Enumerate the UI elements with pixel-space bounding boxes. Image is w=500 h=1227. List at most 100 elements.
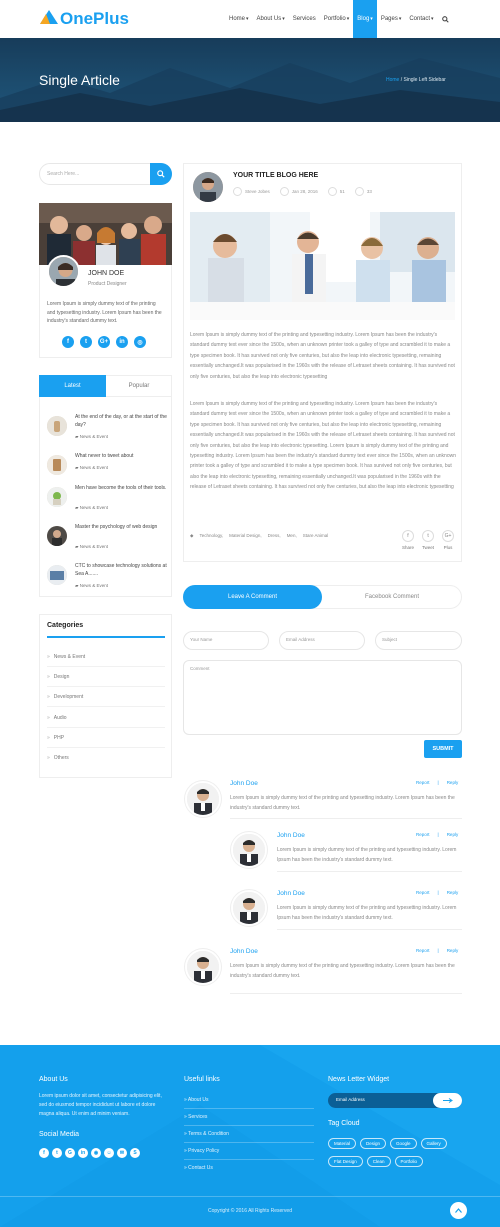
report-link[interactable]: Report — [416, 948, 430, 953]
tag-chip[interactable]: Portfolio — [394, 1156, 424, 1167]
nav-about[interactable]: About Us ▾ — [253, 0, 289, 38]
footer-link[interactable]: » Privacy Policy — [184, 1148, 219, 1154]
tag-chip[interactable]: Gallery — [420, 1138, 447, 1149]
google-plus-icon: G+ — [442, 530, 455, 542]
report-link[interactable]: Report — [416, 780, 430, 785]
skype-icon[interactable]: S — [130, 1148, 140, 1158]
comment-author[interactable]: John Doe — [277, 890, 305, 897]
tab-popular[interactable]: Popular — [106, 375, 172, 397]
tag-chip[interactable]: Flat Design — [328, 1156, 363, 1167]
post-thumbnail — [47, 565, 67, 585]
footer-link[interactable]: » Terms & Condition — [184, 1131, 229, 1137]
chevron-down-icon: ▾ — [398, 16, 402, 22]
nav-blog[interactable]: Blog ▾ — [353, 0, 377, 38]
nav-pages-label: Pages — [380, 16, 398, 22]
footer-link[interactable]: » About Us — [184, 1097, 208, 1103]
tag-link[interactable]: Material Design, — [229, 533, 262, 539]
divider — [184, 1142, 314, 1143]
nav-services[interactable]: Services — [289, 0, 320, 38]
tag-chip[interactable]: Material — [328, 1138, 357, 1149]
nav-pages[interactable]: Pages ▾ — [377, 0, 406, 38]
share-facebook-button[interactable]: f Share — [402, 530, 414, 550]
nav-home[interactable]: Home ▾ — [225, 0, 253, 38]
breadcrumb-home[interactable]: Home — [386, 77, 399, 83]
back-to-top-button[interactable] — [450, 1202, 467, 1219]
post-thumbnail — [47, 487, 67, 507]
comment-text: Lorem Ipsum is simply dummy text of the … — [230, 795, 455, 811]
tag-link[interactable]: Technology, — [199, 533, 223, 539]
list-item[interactable]: Men have become the tools of their tools… — [47, 484, 166, 520]
meta-comments[interactable]: 33 — [354, 187, 372, 196]
tag-link[interactable]: Stare Animal — [303, 533, 329, 539]
tag-chip[interactable]: Google — [390, 1138, 417, 1149]
meta-author[interactable]: Steve Jobes — [233, 187, 270, 196]
reply-link[interactable]: Reply — [447, 780, 459, 785]
tab-latest[interactable]: Latest — [39, 375, 106, 397]
article-tags: ◆ Technology, Material Design, Dress, Me… — [190, 533, 328, 539]
footer-link[interactable]: » Services — [184, 1114, 207, 1120]
main-nav: Home ▾ About Us ▾ Services Portfolio ▾ Blog… — [225, 0, 453, 38]
facebook-icon[interactable]: f — [39, 1148, 49, 1158]
dribbble-icon[interactable]: ◉ — [91, 1148, 101, 1158]
newsletter-submit-button[interactable] — [433, 1093, 462, 1108]
google-plus-icon[interactable]: G+ — [98, 336, 110, 348]
meta-likes[interactable]: 51 — [327, 187, 345, 196]
instagram-icon[interactable]: ◎ — [134, 336, 146, 348]
tag-link[interactable]: Men, — [287, 533, 297, 539]
report-link[interactable]: Report — [416, 832, 430, 837]
footer-link[interactable]: » Contact Us — [184, 1165, 213, 1171]
tab-leave-comment[interactable]: Leave A Comment — [183, 585, 322, 609]
list-item[interactable]: Master the psychology of web design ▰ Ne… — [47, 523, 165, 559]
linkedin-icon[interactable]: in — [116, 336, 128, 348]
facebook-icon: f — [402, 530, 414, 542]
chevron-right-icon: » — [47, 673, 50, 680]
linkedin-icon[interactable]: in — [78, 1148, 88, 1158]
tag-chip[interactable]: Clean — [366, 1156, 391, 1167]
category-item[interactable]: » Design — [47, 667, 165, 687]
tumblr-icon[interactable]: G — [65, 1148, 75, 1158]
submit-button[interactable]: SUBMIT — [424, 740, 462, 758]
flickr-icon[interactable]: ☺ — [104, 1148, 114, 1158]
category-label: Development — [53, 693, 84, 700]
tag-chip[interactable]: Design — [360, 1138, 387, 1149]
comment-textarea[interactable] — [183, 660, 462, 735]
footer-about-title: About Us — [39, 1076, 68, 1083]
list-item[interactable]: What never to tweet about ▰ News & Event — [47, 452, 165, 488]
comment-author[interactable]: John Doe — [277, 832, 305, 839]
profile-role: Product Designer — [88, 281, 127, 287]
reply-link[interactable]: Reply — [447, 948, 459, 953]
email-icon[interactable]: ✉ — [117, 1148, 127, 1158]
search-button[interactable] — [150, 163, 172, 185]
breadcrumb: Home / Single Left Sidebar — [386, 77, 446, 83]
report-link[interactable]: Report — [416, 890, 430, 895]
comment-author[interactable]: John Doe — [230, 780, 258, 787]
twitter-icon[interactable]: t — [52, 1148, 62, 1158]
category-item[interactable]: » News & Event — [47, 647, 165, 667]
tag-link[interactable]: Dress, — [268, 533, 281, 539]
chevron-down-icon: ▾ — [431, 16, 434, 22]
twitter-icon[interactable]: t — [80, 336, 92, 348]
category-item[interactable]: » PHP — [47, 728, 165, 748]
category-item[interactable]: » Others — [47, 748, 165, 768]
list-item[interactable]: At the end of the day, or at the start o… — [47, 413, 167, 449]
logo-icon[interactable] — [40, 10, 58, 24]
footer-about-text: Lorem ipsum dolor sit amet, consectetur … — [39, 1093, 162, 1117]
chevron-down-icon: ▾ — [246, 16, 249, 22]
category-item[interactable]: » Development — [47, 687, 165, 707]
reply-link[interactable]: Reply — [447, 890, 459, 895]
tab-facebook-comment[interactable]: Facebook Comment — [322, 585, 462, 609]
reply-link[interactable]: Reply — [447, 832, 459, 837]
comment-author[interactable]: John Doe — [230, 948, 258, 955]
nav-contact[interactable]: Contact ▾ — [405, 0, 437, 38]
list-item[interactable]: CTC to showcase technology solutions at … — [47, 562, 167, 598]
logo-text[interactable]: OnePlus — [60, 9, 129, 29]
nav-portfolio[interactable]: Portfolio ▾ — [320, 0, 354, 38]
post-category-label: News & Event — [79, 544, 108, 549]
comment-actions: Report | Reply — [416, 780, 458, 785]
facebook-icon[interactable]: f — [62, 336, 74, 348]
share-google-button[interactable]: G+ Plus — [442, 530, 455, 550]
post-category: ▰ News & Event — [75, 505, 108, 511]
share-twitter-button[interactable]: t Tweet — [422, 530, 434, 550]
nav-search-icon[interactable] — [438, 0, 453, 38]
category-item[interactable]: » Audio — [47, 708, 165, 728]
